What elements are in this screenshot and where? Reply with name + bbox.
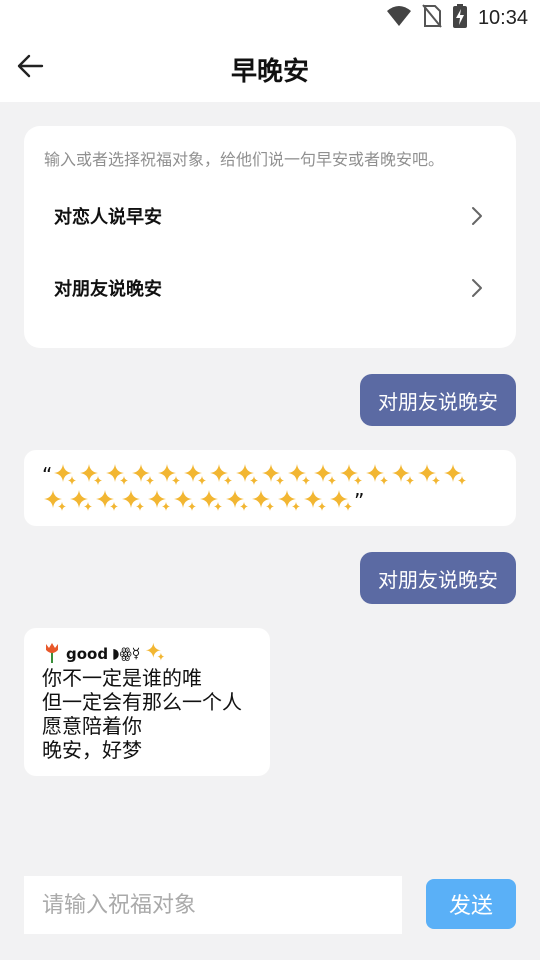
sent-message-bubble[interactable]: 对朋友说晚安 xyxy=(360,374,516,426)
close-quote: ” xyxy=(354,489,365,513)
sparkle-icon xyxy=(146,488,172,514)
option-label: 对恋人说早安 xyxy=(54,207,162,228)
sparkle-icon xyxy=(260,462,286,488)
options-card: 输入或者选择祝福对象，给他们说一句早安或者晚安吧。 对恋人说早安 对朋友说晚安 xyxy=(24,126,516,348)
sparkle-icon xyxy=(104,462,130,488)
sparkle-icon xyxy=(338,462,364,488)
sparkle-icon xyxy=(94,488,120,514)
emoji-line: good ◗ꙮ☿ xyxy=(42,640,166,668)
sparkle-icon xyxy=(208,462,234,488)
option-label: 对朋友说晚安 xyxy=(54,279,162,300)
sparkle-icon xyxy=(328,488,354,514)
sparkle-icon xyxy=(234,462,260,488)
sparkle-icon xyxy=(286,462,312,488)
sparkle-message: “ ” xyxy=(42,462,492,514)
message-line: 晚安，好梦 xyxy=(42,738,142,762)
chevron-right-icon xyxy=(470,206,484,226)
sparkle-icon xyxy=(52,462,78,488)
wifi-icon xyxy=(386,5,412,31)
sparkle-icon xyxy=(302,488,328,514)
message-lines: 你不一定是谁的唯 但一定会有那么一个人 愿意陪着你 晚安，好梦 xyxy=(42,666,242,762)
sparkle-icon xyxy=(182,462,208,488)
no-sim-icon xyxy=(422,4,442,32)
good-text: good xyxy=(66,645,109,663)
recipient-input[interactable] xyxy=(24,876,402,934)
received-message-bubble[interactable]: good ◗ꙮ☿ 你不一定是谁的唯 但一定会有那么一个人 愿意陪着你 晚安，好梦 xyxy=(24,628,270,776)
sparkle-icon xyxy=(42,488,68,514)
battery-charging-icon xyxy=(452,4,468,32)
symbol-text: ◗ꙮ☿ xyxy=(112,646,141,662)
sparkle-icon xyxy=(156,462,182,488)
received-message-bubble[interactable]: “ ” xyxy=(24,450,516,526)
sparkle-icon xyxy=(312,462,338,488)
status-time: 10:34 xyxy=(477,6,528,29)
sparkle-icon xyxy=(442,462,468,488)
card-hint: 输入或者选择祝福对象，给他们说一句早安或者晚安吧。 xyxy=(44,150,445,169)
sparkle-icon xyxy=(390,462,416,488)
open-quote: “ xyxy=(42,463,53,487)
sparkle-icon xyxy=(172,488,198,514)
sparkle-icon xyxy=(120,488,146,514)
sparkle-icon xyxy=(68,488,94,514)
sparkle-icon xyxy=(198,488,224,514)
sparkle-icon xyxy=(364,462,390,488)
sparkle-row: “ ” xyxy=(42,462,492,514)
sparkle-icon xyxy=(416,462,442,488)
status-icons: 10:34 xyxy=(386,0,528,36)
sparkle-icon xyxy=(250,488,276,514)
message-line: 你不一定是谁的唯 xyxy=(42,666,202,690)
message-line: 但一定会有那么一个人 xyxy=(42,690,242,714)
sparkle-icon xyxy=(276,488,302,514)
send-button[interactable]: 发送 xyxy=(426,879,516,929)
chevron-right-icon xyxy=(470,278,484,298)
sparkle-icon xyxy=(224,488,250,514)
sparkle-icon xyxy=(130,462,156,488)
sparkle-icon xyxy=(78,462,104,488)
option-friend-night[interactable]: 对朋友说晚安 xyxy=(24,260,516,316)
message-line: 愿意陪着你 xyxy=(42,714,142,738)
option-lover-morning[interactable]: 对恋人说早安 xyxy=(24,188,516,244)
sparkle-icon xyxy=(144,641,166,667)
page-title: 早晚安 xyxy=(230,56,309,87)
status-bar: 10:34 xyxy=(0,0,540,36)
tulip-icon xyxy=(42,640,62,668)
sent-message-bubble[interactable]: 对朋友说晚安 xyxy=(360,552,516,604)
app-header: 早晚安 xyxy=(0,36,540,102)
